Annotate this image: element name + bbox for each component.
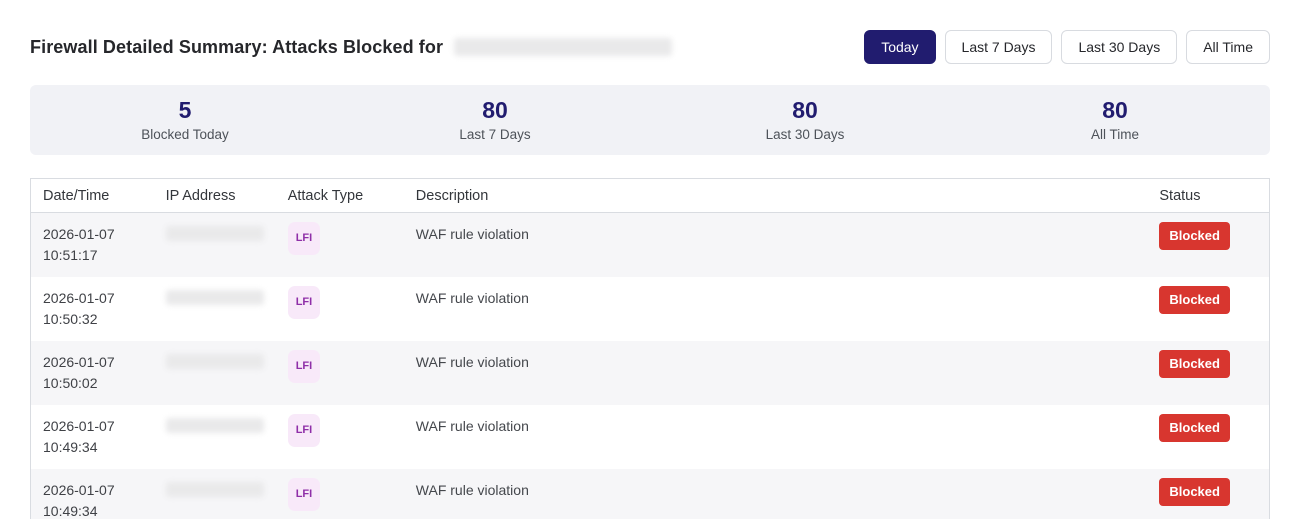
stat-value: 80	[650, 96, 960, 125]
stat-label: Last 30 Days	[650, 127, 960, 144]
table-row: 2026-01-07 10:49:34 LFI WAF rule violati…	[31, 469, 1270, 519]
attack-type-badge: LFI	[288, 286, 321, 319]
column-header-attack-type: Attack Type	[276, 179, 404, 213]
cell-status: Blocked	[1147, 341, 1269, 405]
date-value: 2026-01-07	[43, 480, 142, 501]
page-title: Firewall Detailed Summary: Attacks Block…	[30, 37, 672, 58]
cell-status: Blocked	[1147, 469, 1269, 519]
date-value: 2026-01-07	[43, 224, 142, 245]
cell-ip-address	[154, 341, 276, 405]
table-row: 2026-01-07 10:50:02 LFI WAF rule violati…	[31, 341, 1270, 405]
table-row: 2026-01-07 10:49:34 LFI WAF rule violati…	[31, 405, 1270, 469]
stat-all-time: 80 All Time	[960, 96, 1270, 144]
cell-datetime: 2026-01-07 10:50:32	[31, 277, 154, 341]
time-value: 10:51:17	[43, 245, 142, 266]
cell-description: WAF rule violation	[404, 277, 1148, 341]
cell-attack-type: LFI	[276, 405, 404, 469]
stat-label: All Time	[960, 127, 1270, 144]
time-value: 10:50:02	[43, 373, 142, 394]
cell-datetime: 2026-01-07 10:49:34	[31, 469, 154, 519]
time-value: 10:49:34	[43, 501, 142, 519]
filter-button-today[interactable]: Today	[864, 30, 935, 64]
stat-last-7-days: 80 Last 7 Days	[340, 96, 650, 144]
cell-status: Blocked	[1147, 277, 1269, 341]
attacks-table: Date/Time IP Address Attack Type Descrip…	[30, 178, 1270, 519]
date-value: 2026-01-07	[43, 416, 142, 437]
cell-attack-type: LFI	[276, 213, 404, 278]
ip-address-redacted	[166, 290, 264, 305]
page-header: Firewall Detailed Summary: Attacks Block…	[30, 30, 1270, 64]
status-badge: Blocked	[1159, 286, 1230, 314]
cell-description: WAF rule violation	[404, 341, 1148, 405]
stat-label: Blocked Today	[30, 127, 340, 144]
status-badge: Blocked	[1159, 478, 1230, 506]
cell-description: WAF rule violation	[404, 405, 1148, 469]
stat-value: 80	[340, 96, 650, 125]
attack-type-badge: LFI	[288, 414, 321, 447]
table-row: 2026-01-07 10:50:32 LFI WAF rule violati…	[31, 277, 1270, 341]
column-header-status: Status	[1147, 179, 1269, 213]
description-text: WAF rule violation	[416, 354, 529, 370]
ip-address-redacted	[166, 418, 264, 433]
ip-address-redacted	[166, 482, 264, 497]
cell-datetime: 2026-01-07 10:49:34	[31, 405, 154, 469]
cell-datetime: 2026-01-07 10:51:17	[31, 213, 154, 278]
time-filter-group: Today Last 7 Days Last 30 Days All Time	[864, 30, 1270, 64]
filter-button-all-time[interactable]: All Time	[1186, 30, 1270, 64]
status-badge: Blocked	[1159, 414, 1230, 442]
stat-label: Last 7 Days	[340, 127, 650, 144]
filter-button-last-30-days[interactable]: Last 30 Days	[1061, 30, 1177, 64]
cell-attack-type: LFI	[276, 341, 404, 405]
filter-button-last-7-days[interactable]: Last 7 Days	[945, 30, 1053, 64]
date-value: 2026-01-07	[43, 352, 142, 373]
cell-ip-address	[154, 277, 276, 341]
date-value: 2026-01-07	[43, 288, 142, 309]
description-text: WAF rule violation	[416, 290, 529, 306]
cell-ip-address	[154, 405, 276, 469]
stat-value: 80	[960, 96, 1270, 125]
status-badge: Blocked	[1159, 222, 1230, 250]
attack-type-badge: LFI	[288, 350, 321, 383]
stats-bar: 5 Blocked Today 80 Last 7 Days 80 Last 3…	[30, 85, 1270, 155]
cell-description: WAF rule violation	[404, 469, 1148, 519]
cell-datetime: 2026-01-07 10:50:02	[31, 341, 154, 405]
time-value: 10:49:34	[43, 437, 142, 458]
cell-attack-type: LFI	[276, 277, 404, 341]
table-row: 2026-01-07 10:51:17 LFI WAF rule violati…	[31, 213, 1270, 278]
description-text: WAF rule violation	[416, 482, 529, 498]
cell-ip-address	[154, 213, 276, 278]
ip-address-redacted	[166, 226, 264, 241]
attack-type-badge: LFI	[288, 222, 321, 255]
cell-attack-type: LFI	[276, 469, 404, 519]
ip-address-redacted	[166, 354, 264, 369]
page: Firewall Detailed Summary: Attacks Block…	[0, 30, 1300, 519]
column-header-ip-address: IP Address	[154, 179, 276, 213]
status-badge: Blocked	[1159, 350, 1230, 378]
page-title-text: Firewall Detailed Summary: Attacks Block…	[30, 37, 443, 57]
cell-description: WAF rule violation	[404, 213, 1148, 278]
column-header-description: Description	[404, 179, 1148, 213]
table-header-row: Date/Time IP Address Attack Type Descrip…	[31, 179, 1270, 213]
cell-status: Blocked	[1147, 213, 1269, 278]
cell-status: Blocked	[1147, 405, 1269, 469]
attack-type-badge: LFI	[288, 478, 321, 511]
time-value: 10:50:32	[43, 309, 142, 330]
stat-blocked-today: 5 Blocked Today	[30, 96, 340, 144]
redacted-target-name	[454, 38, 672, 56]
cell-ip-address	[154, 469, 276, 519]
column-header-datetime: Date/Time	[31, 179, 154, 213]
description-text: WAF rule violation	[416, 418, 529, 434]
stat-last-30-days: 80 Last 30 Days	[650, 96, 960, 144]
description-text: WAF rule violation	[416, 226, 529, 242]
stat-value: 5	[30, 96, 340, 125]
